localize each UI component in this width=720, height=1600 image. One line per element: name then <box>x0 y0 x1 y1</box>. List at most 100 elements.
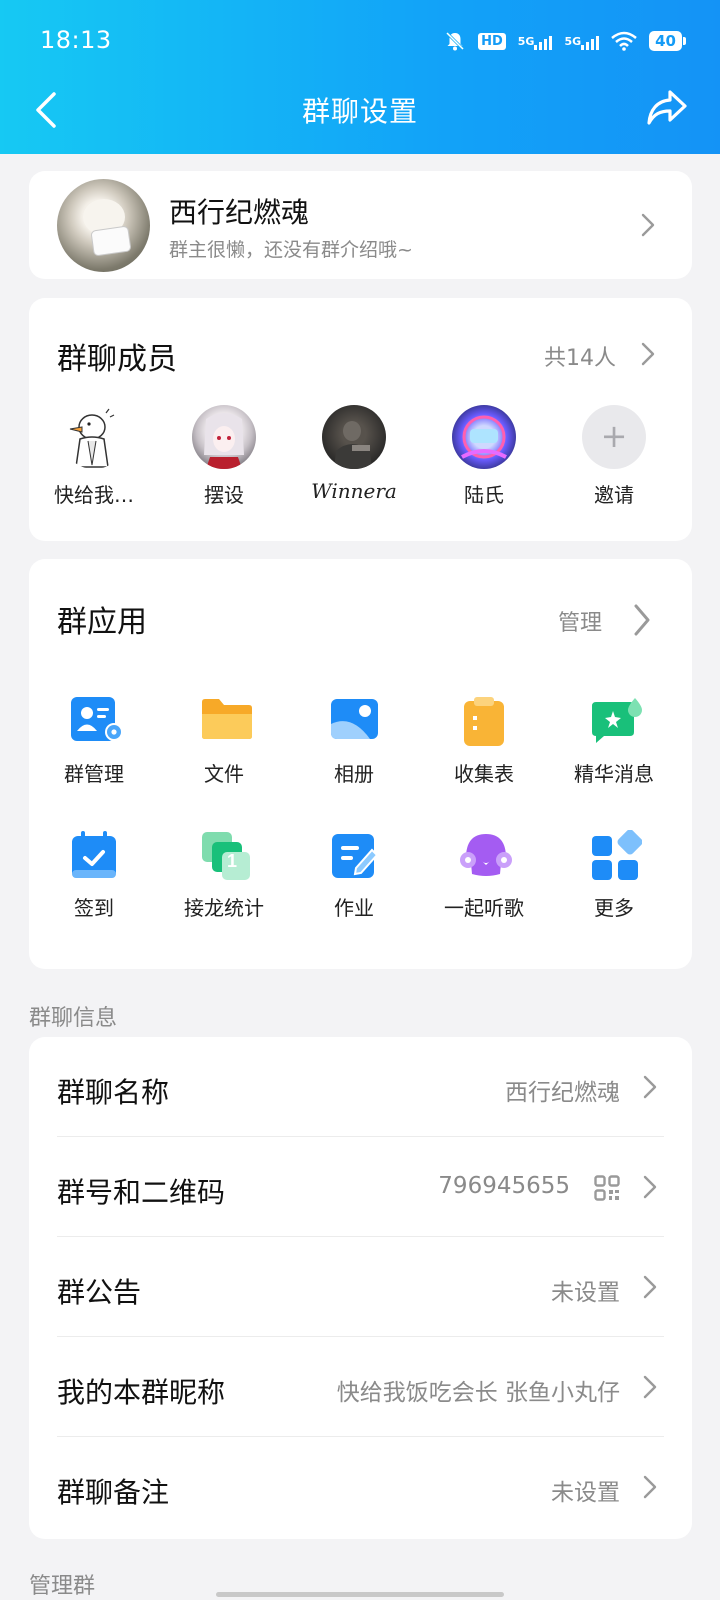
member-item[interactable]: 陆氏 <box>429 405 539 508</box>
header: 18:13 HD 5G 5G 40 群聊设置 <box>0 0 720 154</box>
row-group-remark[interactable]: 群聊备注 未设置 <box>57 1437 664 1537</box>
network-type-label: 5G <box>517 34 535 48</box>
home-indicator[interactable] <box>216 1592 504 1597</box>
member-name: 快给我… <box>54 483 134 507</box>
wifi-icon <box>611 31 637 51</box>
status-time: 18:13 <box>40 26 112 54</box>
row-group-name[interactable]: 群聊名称 西行纪燃魂 <box>57 1037 664 1137</box>
row-label: 群号和二维码 <box>57 1176 226 1209</box>
album-icon <box>330 696 378 744</box>
group-name: 西行纪燃魂 <box>169 196 310 229</box>
battery-icon: 40 <box>649 31 686 51</box>
row-group-number-qr[interactable]: 群号和二维码 796945655 <box>57 1137 664 1237</box>
section-label-manage-group: 管理群 <box>29 1574 96 1599</box>
chevron-right-icon <box>643 1075 657 1099</box>
share-icon <box>647 90 687 125</box>
app-homework[interactable]: 作业 <box>289 830 419 921</box>
app-album[interactable]: 相册 <box>289 696 419 787</box>
member-item[interactable]: Winnera <box>299 405 409 503</box>
member-name: 陆氏 <box>464 483 504 507</box>
row-value: 快给我饭吃会长 张鱼小丸仔 <box>336 1380 620 1406</box>
app-label: 作业 <box>334 896 374 920</box>
app-essence-messages[interactable]: 精华消息 <box>549 696 679 787</box>
app-more[interactable]: 更多 <box>549 829 679 921</box>
signal-icon: 5G <box>517 34 553 50</box>
app-listen-together[interactable]: 一起听歌 <box>419 830 549 921</box>
row-value: 西行纪燃魂 <box>505 1080 620 1106</box>
row-my-nickname[interactable]: 我的本群昵称 快给我饭吃会长 张鱼小丸仔 <box>57 1337 664 1437</box>
chevron-right-icon <box>641 342 655 366</box>
section-label-group-info: 群聊信息 <box>29 1006 118 1031</box>
members-title: 群聊成员 <box>57 342 177 377</box>
chevron-right-icon <box>634 604 650 636</box>
chevron-right-icon <box>643 1275 657 1299</box>
apps-title: 群应用 <box>57 605 147 640</box>
share-button[interactable] <box>646 88 690 132</box>
row-label: 我的本群昵称 <box>57 1376 226 1409</box>
invite-label: 邀请 <box>594 483 634 507</box>
member-name: 摆设 <box>204 483 244 507</box>
group-manage-icon <box>70 696 123 744</box>
status-icons: HD 5G 5G 40 <box>444 27 686 55</box>
apps-manage-label: 管理 <box>557 611 602 636</box>
page-title: 群聊设置 <box>301 95 418 128</box>
row-group-announcement[interactable]: 群公告 未设置 <box>57 1237 664 1337</box>
hd-icon: HD <box>478 32 506 50</box>
row-label: 群公告 <box>57 1276 142 1309</box>
row-label: 群聊名称 <box>57 1076 170 1109</box>
row-label: 群聊备注 <box>57 1476 170 1509</box>
app-collection-form[interactable]: 收集表 <box>419 696 549 787</box>
app-label: 相册 <box>334 762 374 786</box>
chevron-right-icon <box>643 1375 657 1399</box>
members-card: 群聊成员 共14人 快给我… 摆设 Winnera 陆氏 + 邀请 <box>29 298 692 541</box>
app-label: 签到 <box>74 896 114 920</box>
app-group-manage[interactable]: 群管理 <box>29 696 159 787</box>
plus-icon: + <box>582 405 646 469</box>
group-apps-card: 群应用 管理 群管理 文件 相册 收集表 精华消息 签到 1 接龙统计 作业 一… <box>29 559 692 969</box>
app-label: 更多 <box>594 896 634 920</box>
clipboard-icon <box>460 696 508 746</box>
essence-message-icon <box>590 696 642 744</box>
members-count: 共14人 <box>544 346 616 371</box>
group-info-card: 群聊名称 西行纪燃魂 群号和二维码 796945655 群公告 未设置 我的本群… <box>29 1037 692 1539</box>
network-type-label: 5G <box>564 34 582 48</box>
folder-icon <box>200 696 252 744</box>
apps-manage-link[interactable]: 管理 <box>512 593 692 647</box>
signal-icon: 5G <box>564 34 600 50</box>
status-bar: 18:13 HD 5G 5G 40 <box>0 0 720 84</box>
chevron-right-icon <box>641 213 655 237</box>
relay-count-icon: 1 <box>200 830 250 880</box>
app-check-in[interactable]: 签到 <box>29 830 159 921</box>
listen-music-icon <box>460 830 512 878</box>
row-value: 796945655 <box>438 1173 570 1199</box>
chevron-right-icon <box>643 1475 657 1499</box>
svg-text:1: 1 <box>227 851 237 871</box>
group-description: 群主很懒，还没有群介绍哦~ <box>169 239 413 261</box>
app-label: 文件 <box>204 762 244 786</box>
qr-code-icon <box>594 1175 620 1201</box>
members-count-link[interactable]: 共14人 <box>492 328 692 378</box>
avatar <box>322 405 386 469</box>
app-label: 精华消息 <box>574 762 654 786</box>
app-label: 收集表 <box>454 762 514 786</box>
chevron-right-icon <box>643 1175 657 1199</box>
member-item[interactable]: 摆设 <box>169 405 279 508</box>
invite-button[interactable]: + 邀请 <box>559 405 669 508</box>
homework-icon <box>330 830 379 878</box>
member-item[interactable]: 快给我… <box>39 405 149 508</box>
app-relay-count[interactable]: 1 接龙统计 <box>159 830 289 921</box>
avatar <box>62 405 126 469</box>
avatar <box>452 405 516 469</box>
row-value: 未设置 <box>551 1480 620 1506</box>
app-label: 一起听歌 <box>444 896 524 920</box>
app-label: 群管理 <box>64 762 124 786</box>
more-grid-icon <box>590 829 643 880</box>
member-name: Winnera <box>311 479 397 503</box>
bell-muted-icon <box>446 31 465 51</box>
group-profile-card[interactable]: 西行纪燃魂 群主很懒，还没有群介绍哦~ <box>29 171 692 279</box>
app-files[interactable]: 文件 <box>159 696 289 787</box>
group-avatar <box>57 179 150 272</box>
row-value: 未设置 <box>551 1280 620 1306</box>
avatar <box>192 405 256 469</box>
app-label: 接龙统计 <box>184 896 264 920</box>
